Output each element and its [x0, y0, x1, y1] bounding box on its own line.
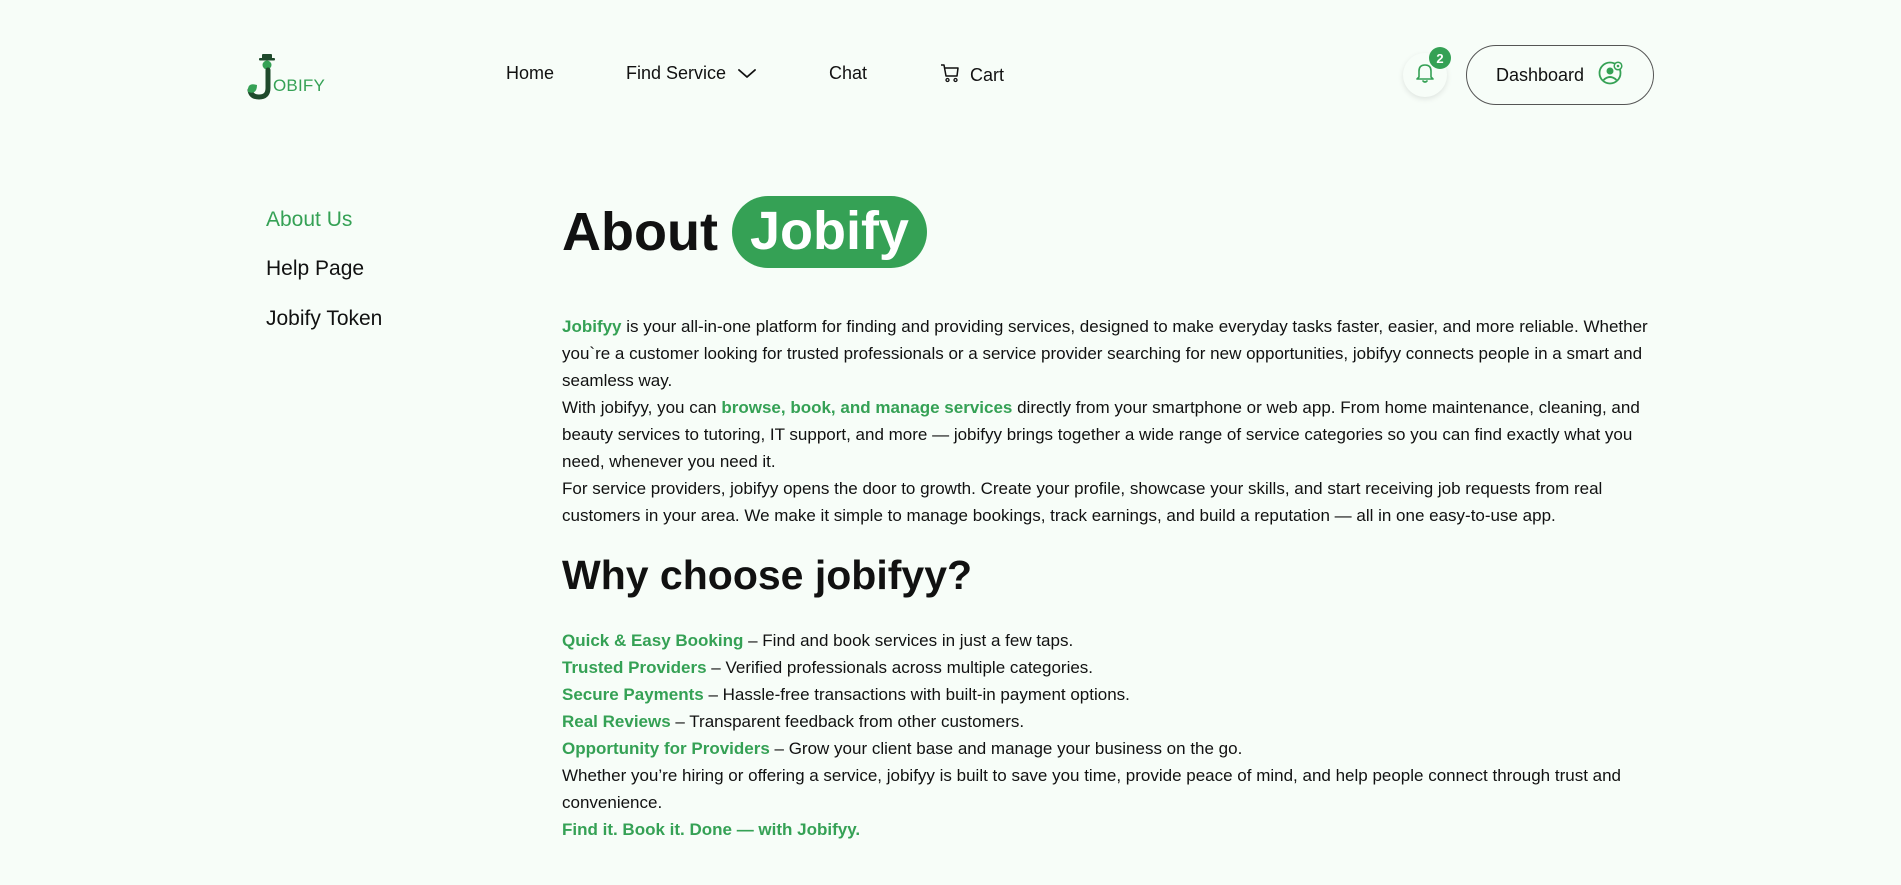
list-item: Opportunity for Providers – Grow your cl… — [562, 735, 1242, 762]
list-item: Secure Payments – Hassle-free transactio… — [562, 681, 1242, 708]
nav-home[interactable]: Home — [506, 63, 554, 84]
dashboard-button[interactable]: Dashboard — [1466, 45, 1654, 105]
feature-desc: – Transparent feedback from other custom… — [670, 712, 1025, 731]
feature-title: Real Reviews — [562, 712, 671, 731]
page-title-prefix: About — [562, 202, 718, 262]
list-item: Real Reviews – Transparent feedback from… — [562, 708, 1242, 735]
nav-chat[interactable]: Chat — [829, 63, 867, 84]
logo-text: OBIFY — [273, 76, 326, 95]
feature-title: Opportunity for Providers — [562, 739, 770, 758]
dashboard-label: Dashboard — [1495, 64, 1585, 85]
features-paragraph: With jobifyy, you can browse, book, and … — [562, 394, 1662, 475]
user-settings-icon — [1598, 60, 1624, 91]
list-item: Quick & Easy Booking – Find and book ser… — [562, 627, 1242, 654]
nav-cart-label: Cart — [970, 65, 1005, 85]
feature-desc: – Hassle-free transactions with built-in… — [703, 685, 1130, 704]
nav-find-service-label: Find Service — [626, 63, 727, 83]
nav-cart[interactable]: Cart — [940, 63, 1004, 88]
nav-home-label: Home — [506, 63, 555, 83]
providers-paragraph: For service providers, jobifyy opens the… — [562, 479, 1603, 525]
brand-name: Jobifyy — [562, 317, 622, 336]
features-highlight: browse, book, and manage services — [721, 398, 1013, 417]
feature-title: Secure Payments — [562, 685, 704, 704]
feature-desc: – Verified professionals across multiple… — [706, 658, 1094, 677]
feature-desc: – Grow your client base and manage your … — [769, 739, 1243, 758]
sidebar-item-about-us[interactable]: About Us — [266, 208, 352, 232]
chevron-down-icon — [738, 63, 756, 84]
feature-title: Trusted Providers — [562, 658, 707, 677]
notification-count-badge: 2 — [1429, 47, 1451, 69]
page-title: About Jobify — [562, 196, 927, 268]
intro-text: is your all-in-one platform for finding … — [562, 317, 1648, 390]
sidebar-item-jobify-token[interactable]: Jobify Token — [266, 307, 382, 331]
features-text-start: With jobifyy, you can — [562, 398, 722, 417]
nav-chat-label: Chat — [829, 63, 868, 83]
page-title-highlight: Jobify — [731, 196, 927, 268]
sidebar-item-help-page[interactable]: Help Page — [266, 257, 364, 281]
list-item: Trusted Providers – Verified professiona… — [562, 654, 1242, 681]
feature-desc: – Find and book services in just a few t… — [743, 631, 1074, 650]
feature-list: Quick & Easy Booking – Find and book ser… — [562, 627, 1242, 762]
tagline: Find it. Book it. Done — with Jobifyy. — [562, 820, 861, 839]
feature-title: Quick & Easy Booking — [562, 631, 744, 650]
nav-find-service[interactable]: Find Service — [626, 63, 756, 84]
cart-icon — [940, 63, 960, 88]
closing-paragraph: Whether you’re hiring or offering a serv… — [562, 766, 1622, 812]
why-choose-heading: Why choose jobifyy? — [562, 552, 973, 598]
intro-paragraph: Jobifyy is your all-in-one platform for … — [562, 313, 1662, 394]
jobify-logo[interactable]: OBIFY — [245, 50, 335, 100]
